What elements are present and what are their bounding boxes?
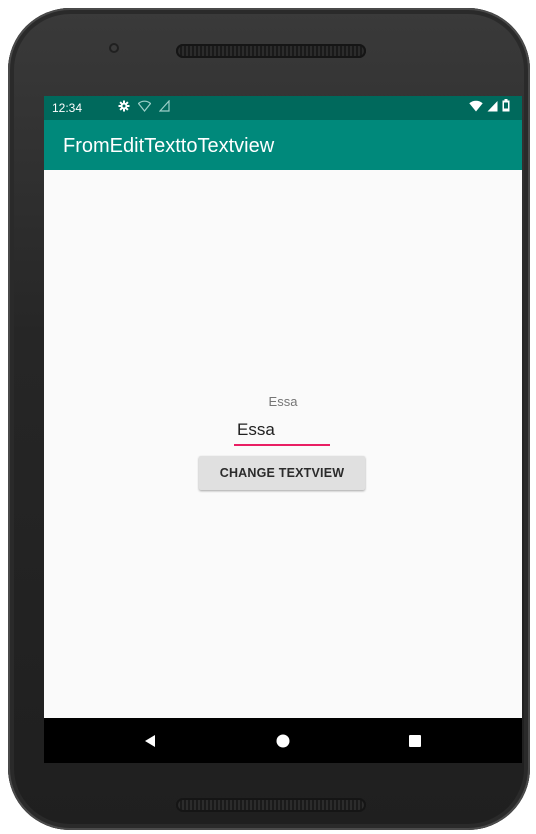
gear-icon	[118, 96, 130, 120]
device-screen: 12:34 FromEditTexttoTextview Essa Essa C…	[44, 96, 522, 763]
change-textview-button[interactable]: CHANGE TEXTVIEW	[199, 456, 365, 490]
cell-signal-icon	[487, 96, 498, 120]
status-system-icons	[469, 99, 510, 115]
main-content: Essa CHANGE TEXTVIEW	[44, 170, 522, 718]
wifi-icon	[469, 96, 483, 120]
status-time: 12:34	[52, 101, 83, 115]
battery-icon	[502, 96, 510, 120]
signal-question-icon	[158, 96, 170, 120]
bottom-speaker	[176, 798, 366, 812]
earpiece-speaker	[176, 44, 366, 58]
status-bar: 12:34	[44, 96, 522, 120]
wifi-question-icon	[137, 96, 152, 120]
home-icon[interactable]	[271, 729, 295, 753]
edit-text-underline	[234, 444, 330, 446]
name-edit-text[interactable]	[234, 416, 330, 442]
status-notification-icons	[118, 99, 170, 115]
output-text-view: Essa	[268, 394, 298, 409]
recents-icon[interactable]	[403, 729, 427, 753]
phone-frame: 12:34 FromEditTexttoTextview Essa Essa C…	[8, 8, 530, 830]
front-camera	[109, 43, 119, 53]
edit-text-container	[234, 416, 330, 446]
navigation-bar	[44, 718, 522, 763]
back-icon[interactable]	[138, 729, 162, 753]
app-bar: FromEditTexttoTextview	[44, 120, 522, 170]
app-title: FromEditTexttoTextview	[63, 135, 275, 157]
